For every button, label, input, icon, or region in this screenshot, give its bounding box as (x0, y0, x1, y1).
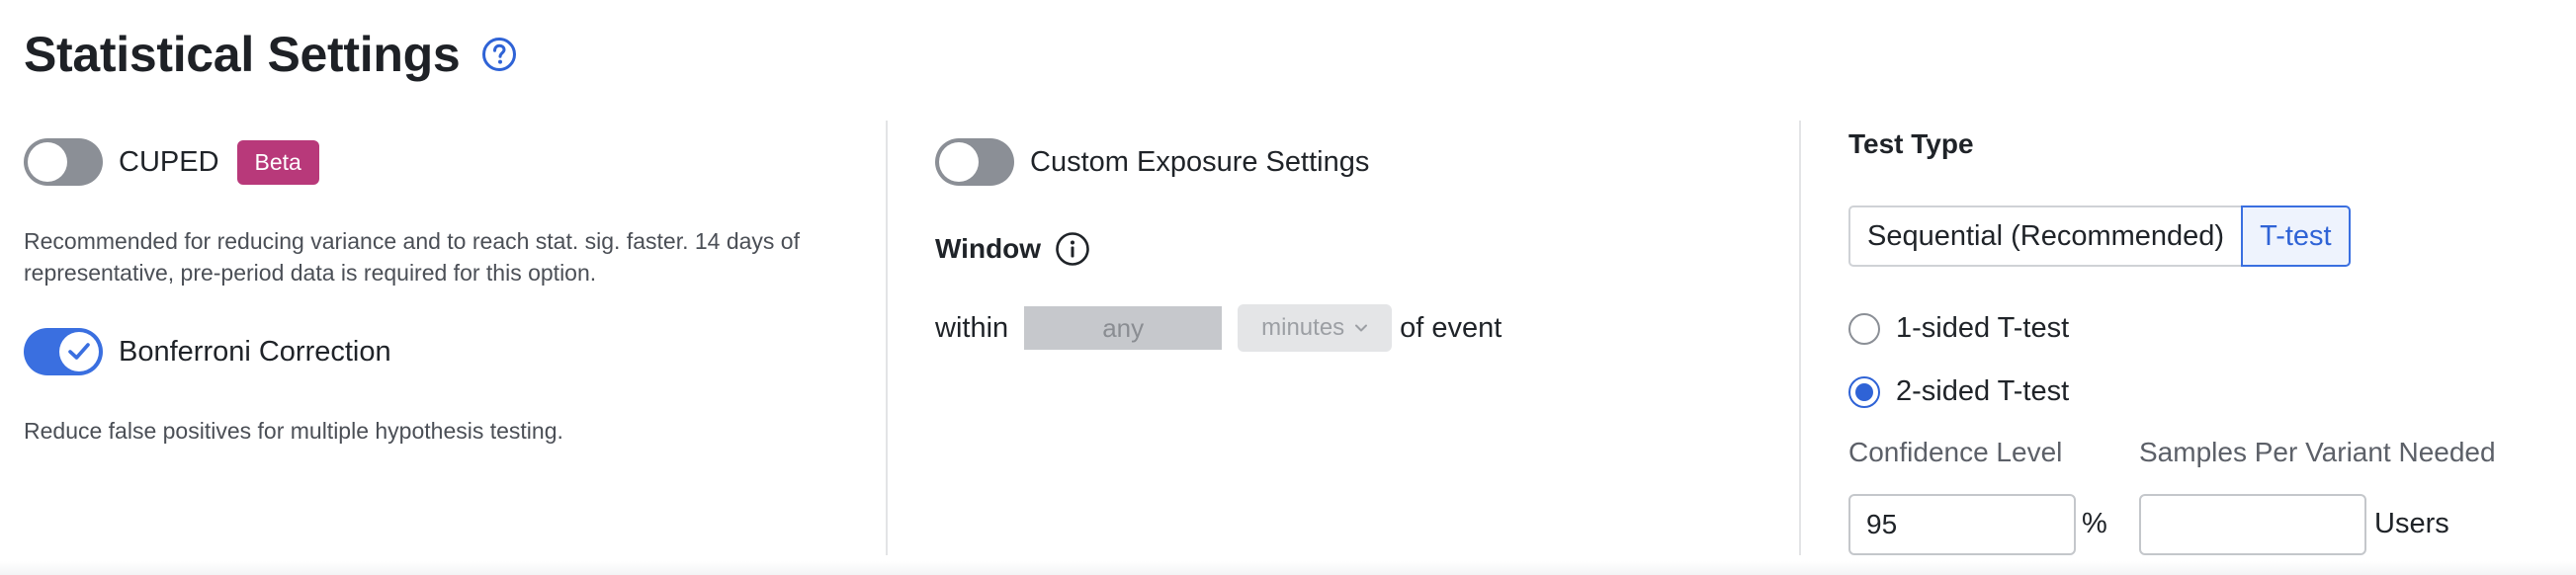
bottom-edge (0, 561, 2576, 575)
bonferroni-setting: Bonferroni Correction (24, 328, 391, 375)
test-type-segmented-control: Sequential (Recommended) T-test (1848, 205, 2351, 267)
check-icon (68, 343, 90, 360)
two-sided-label: 2-sided T-test (1896, 375, 2070, 407)
two-sided-option[interactable]: 2-sided T-test (1848, 375, 2069, 408)
custom-exposure-setting: Custom Exposure Settings (935, 138, 1369, 186)
confidence-level-input[interactable]: 95 (1848, 494, 2076, 555)
toggle-knob (59, 332, 99, 371)
help-icon[interactable] (481, 37, 517, 72)
chevron-down-icon (1355, 324, 1368, 332)
bonferroni-description: Reduce false positives for multiple hypo… (24, 418, 563, 444)
custom-exposure-label: Custom Exposure Settings (1030, 145, 1370, 178)
exposure-column: Custom Exposure Settings Window within a… (935, 121, 1795, 555)
cuped-label: CUPED (119, 145, 219, 178)
column-divider (886, 121, 888, 555)
window-label: Window (935, 233, 1042, 264)
custom-exposure-toggle[interactable] (935, 138, 1014, 186)
users-unit: Users (2374, 508, 2449, 539)
beta-badge: Beta (236, 139, 319, 185)
bonferroni-label: Bonferroni Correction (119, 335, 391, 368)
test-type-column: Test Type Sequential (Recommended) T-tes… (1848, 121, 2560, 555)
section-header: Statistical Settings (24, 26, 517, 83)
confidence-level-label: Confidence Level (1848, 437, 2063, 467)
samples-input[interactable] (2139, 494, 2366, 555)
window-header: Window (935, 231, 1090, 267)
one-sided-label: 1-sided T-test (1896, 312, 2070, 344)
t-test-option[interactable]: T-test (2241, 205, 2351, 267)
one-sided-radio[interactable] (1848, 312, 1880, 345)
two-sided-radio[interactable] (1848, 375, 1880, 408)
samples-label: Samples Per Variant Needed (2139, 437, 2496, 467)
of-event-label: of event (1400, 311, 1503, 344)
test-type-label: Test Type (1848, 128, 1974, 159)
one-sided-option[interactable]: 1-sided T-test (1848, 312, 2069, 345)
toggle-knob (939, 142, 979, 182)
stat-options-column: CUPED Beta Recommended for reducing vari… (24, 121, 884, 555)
window-config-row: within any minutes of event (935, 304, 1502, 352)
info-icon[interactable] (1055, 231, 1090, 267)
window-unit-value: minutes (1261, 314, 1345, 341)
page-title: Statistical Settings (24, 27, 461, 82)
toggle-knob (28, 142, 67, 182)
column-divider (1799, 121, 1801, 555)
window-unit-select[interactable]: minutes (1238, 304, 1393, 352)
cuped-description: Recommended for reducing variance and to… (24, 228, 800, 286)
percent-unit: % (2082, 508, 2107, 539)
window-value-input[interactable]: any (1024, 306, 1223, 350)
bonferroni-toggle[interactable] (24, 328, 103, 375)
cuped-setting: CUPED Beta (24, 138, 319, 186)
cuped-toggle[interactable] (24, 138, 103, 186)
sequential-option[interactable]: Sequential (Recommended) (1848, 205, 2244, 267)
within-label: within (935, 311, 1009, 344)
